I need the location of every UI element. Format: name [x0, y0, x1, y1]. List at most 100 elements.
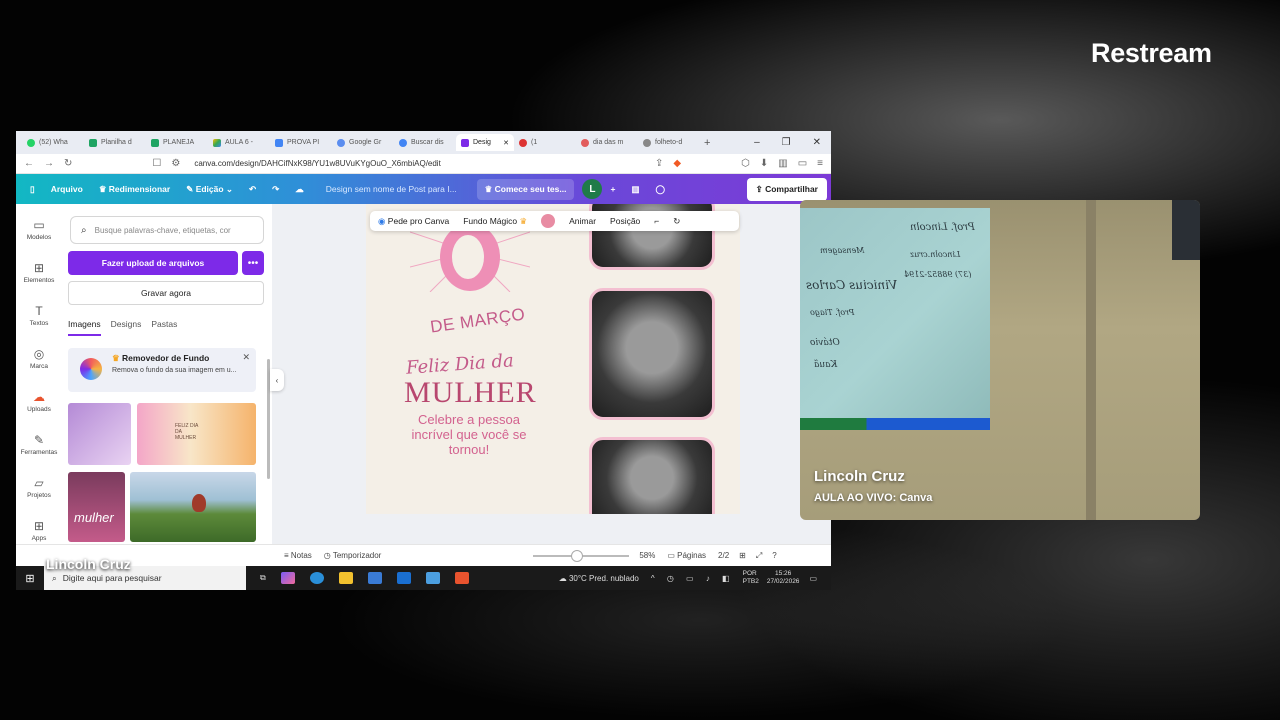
resize-menu[interactable]: ♛ Redimensionar — [99, 184, 170, 195]
cloud-save-icon[interactable]: ☁ — [295, 184, 304, 195]
share-page-icon[interactable]: ⇪ — [655, 158, 663, 169]
zoom-slider[interactable] — [533, 549, 630, 562]
download-icon[interactable]: ⬇ — [760, 158, 768, 169]
design-title[interactable]: Design sem nome de Post para I... — [326, 184, 457, 194]
copilot-icon[interactable] — [280, 572, 295, 584]
file-explorer-icon[interactable] — [338, 572, 353, 584]
feliz-dia-text[interactable]: Feliz Dia da — [405, 350, 514, 378]
upload-thumbnail[interactable]: mulher — [68, 472, 125, 542]
notes-button[interactable]: ≡ Notas — [284, 551, 312, 560]
menu-icon[interactable]: ≡ — [817, 158, 823, 169]
browser-tab-active[interactable]: Desig ✕ — [456, 134, 514, 151]
upload-files-button[interactable]: Fazer upload de arquivos — [68, 251, 238, 275]
browser-tab[interactable]: Google Gr — [332, 134, 394, 151]
windows-start-icon[interactable]: ⊞ — [16, 572, 44, 585]
more-options-button[interactable]: ••• — [242, 251, 264, 275]
edit-menu[interactable]: ✎ Edição ⌄ — [186, 184, 233, 195]
clock[interactable]: 15:26 27/02/2026 — [767, 570, 800, 586]
zoom-level[interactable]: 58% — [639, 551, 655, 560]
new-tab-icon[interactable]: + — [704, 137, 710, 149]
record-now-button[interactable]: Gravar agora — [68, 281, 264, 305]
maximize-icon[interactable]: ❐ — [782, 137, 791, 148]
animate-button[interactable]: Animar — [569, 216, 596, 226]
close-window-icon[interactable]: ✕ — [813, 137, 821, 148]
avatar[interactable]: L — [582, 179, 603, 199]
pages-button[interactable]: ▭ Páginas — [667, 551, 706, 560]
back-icon[interactable]: ← — [24, 158, 34, 169]
refresh-icon[interactable]: ↻ — [673, 216, 680, 227]
grid-view-icon[interactable]: ⊞ — [739, 551, 746, 560]
rail-item-projects[interactable]: ▱ Projetos — [16, 476, 62, 499]
sidebar-toggle-icon[interactable]: ▯ — [30, 184, 35, 195]
browser-tab[interactable]: Planilha d — [84, 134, 146, 151]
url-field[interactable]: canva.com/design/DAHCifNxK98/YU1w8UVuKYg… — [194, 159, 645, 168]
fullscreen-icon[interactable]: ⤢ — [756, 551, 762, 561]
timer-button[interactable]: ◷ Temporizador — [324, 551, 382, 560]
analytics-icon[interactable]: ▥ — [631, 184, 639, 195]
position-button[interactable]: Posição — [610, 216, 640, 226]
extensions-icon[interactable]: ⬡ — [741, 158, 750, 169]
search-input[interactable]: ⌕ Busque palavras-chave, etiquetas, cor — [70, 216, 264, 244]
trial-button[interactable]: ♛ Comece seu tes... — [476, 178, 575, 200]
rail-item-apps[interactable]: ⊞ Apps — [16, 519, 62, 542]
mulher-heading[interactable]: MULHER — [404, 376, 537, 410]
browser-tab[interactable]: PLANEJA — [146, 134, 208, 151]
outlook-icon[interactable] — [396, 572, 411, 584]
rail-item-tools[interactable]: ✎ Ferramentas — [16, 433, 62, 456]
redo-icon[interactable]: ↷ — [272, 184, 279, 195]
file-menu[interactable]: Arquivo — [51, 184, 83, 194]
wallet-icon[interactable]: ▭ — [798, 158, 807, 169]
color-swatch[interactable] — [541, 214, 556, 228]
woman-photo[interactable] — [589, 288, 715, 420]
woman-photo[interactable] — [589, 437, 715, 514]
browser-tab[interactable]: PROVA PI — [270, 134, 332, 151]
bookmark-icon[interactable]: ☐ — [152, 158, 161, 169]
minimize-icon[interactable]: – — [754, 137, 760, 148]
upload-thumbnail[interactable] — [68, 403, 131, 465]
design-page[interactable]: DE MARÇO Feliz Dia da MULHER Celebre a p… — [366, 204, 740, 514]
de-marco-text[interactable]: DE MARÇO — [429, 304, 526, 337]
tray-icons[interactable]: ^ ◷ ▭ ♪ ◧ — [651, 574, 735, 583]
rail-item-elements[interactable]: ⊞ Elementos — [16, 261, 62, 284]
rail-item-templates[interactable]: ▭ Modelos — [16, 218, 62, 241]
tab-images[interactable]: Imagens — [68, 319, 101, 336]
page-count[interactable]: 2/2 — [718, 551, 729, 560]
share-button[interactable]: ⇪ Compartilhar — [746, 177, 827, 201]
rail-item-uploads[interactable]: ☁ Uploads — [16, 390, 62, 413]
browser-tab[interactable]: dia das m — [576, 134, 638, 151]
browser-tab[interactable]: AULA 6 - — [208, 134, 270, 151]
notification-icon[interactable]: ▭ — [809, 574, 817, 583]
language-indicator[interactable]: POR PTB2 — [743, 570, 759, 586]
magic-background-button[interactable]: Fundo Mágico ♛ — [463, 216, 527, 227]
remote-desktop-icon[interactable] — [425, 572, 440, 584]
collapse-panel-handle[interactable]: ‹ — [270, 369, 284, 391]
zoom-slider-handle[interactable] — [571, 549, 584, 562]
help-icon[interactable]: ? — [772, 551, 776, 560]
ask-canva-button[interactable]: ◉ Pede pro Canva — [378, 216, 449, 227]
browser-tab[interactable]: folheto-d — [638, 134, 700, 151]
reload-icon[interactable]: ↻ — [64, 158, 72, 169]
comments-icon[interactable]: ◯ — [655, 184, 665, 195]
close-icon[interactable]: ✕ — [503, 139, 509, 147]
undo-icon[interactable]: ↶ — [249, 184, 256, 195]
sidebar-icon[interactable]: ▥ — [778, 158, 787, 169]
browser-tab[interactable]: Buscar dis — [394, 134, 456, 151]
upload-thumbnail[interactable] — [130, 472, 256, 542]
message-text[interactable]: Celebre a pessoa incrível que você se to… — [404, 412, 534, 457]
tab-designs[interactable]: Designs — [111, 319, 142, 336]
add-collaborator-icon[interactable]: + — [610, 184, 615, 194]
site-info-icon[interactable]: ⚙ — [171, 158, 180, 169]
rail-item-text[interactable]: T Textos — [16, 304, 62, 327]
upload-thumbnail[interactable]: FELIZ DIA DA MULHER — [137, 403, 256, 465]
brave-icon[interactable] — [454, 572, 469, 584]
rail-item-brand[interactable]: ◎ Marca — [16, 347, 62, 370]
store-icon[interactable] — [367, 572, 382, 584]
task-view-icon[interactable]: ⧉ — [260, 573, 266, 583]
edge-icon[interactable] — [309, 572, 324, 584]
browser-tab[interactable]: (52) Wha — [22, 134, 84, 151]
background-remover-promo[interactable]: ♛ Removedor de Fundo Remova o fundo da s… — [68, 348, 256, 392]
tab-folders[interactable]: Pastas — [151, 319, 177, 336]
close-icon[interactable]: ✕ — [242, 352, 250, 363]
brave-shield-icon[interactable]: ◆ — [673, 158, 681, 169]
forward-icon[interactable]: → — [44, 158, 54, 169]
